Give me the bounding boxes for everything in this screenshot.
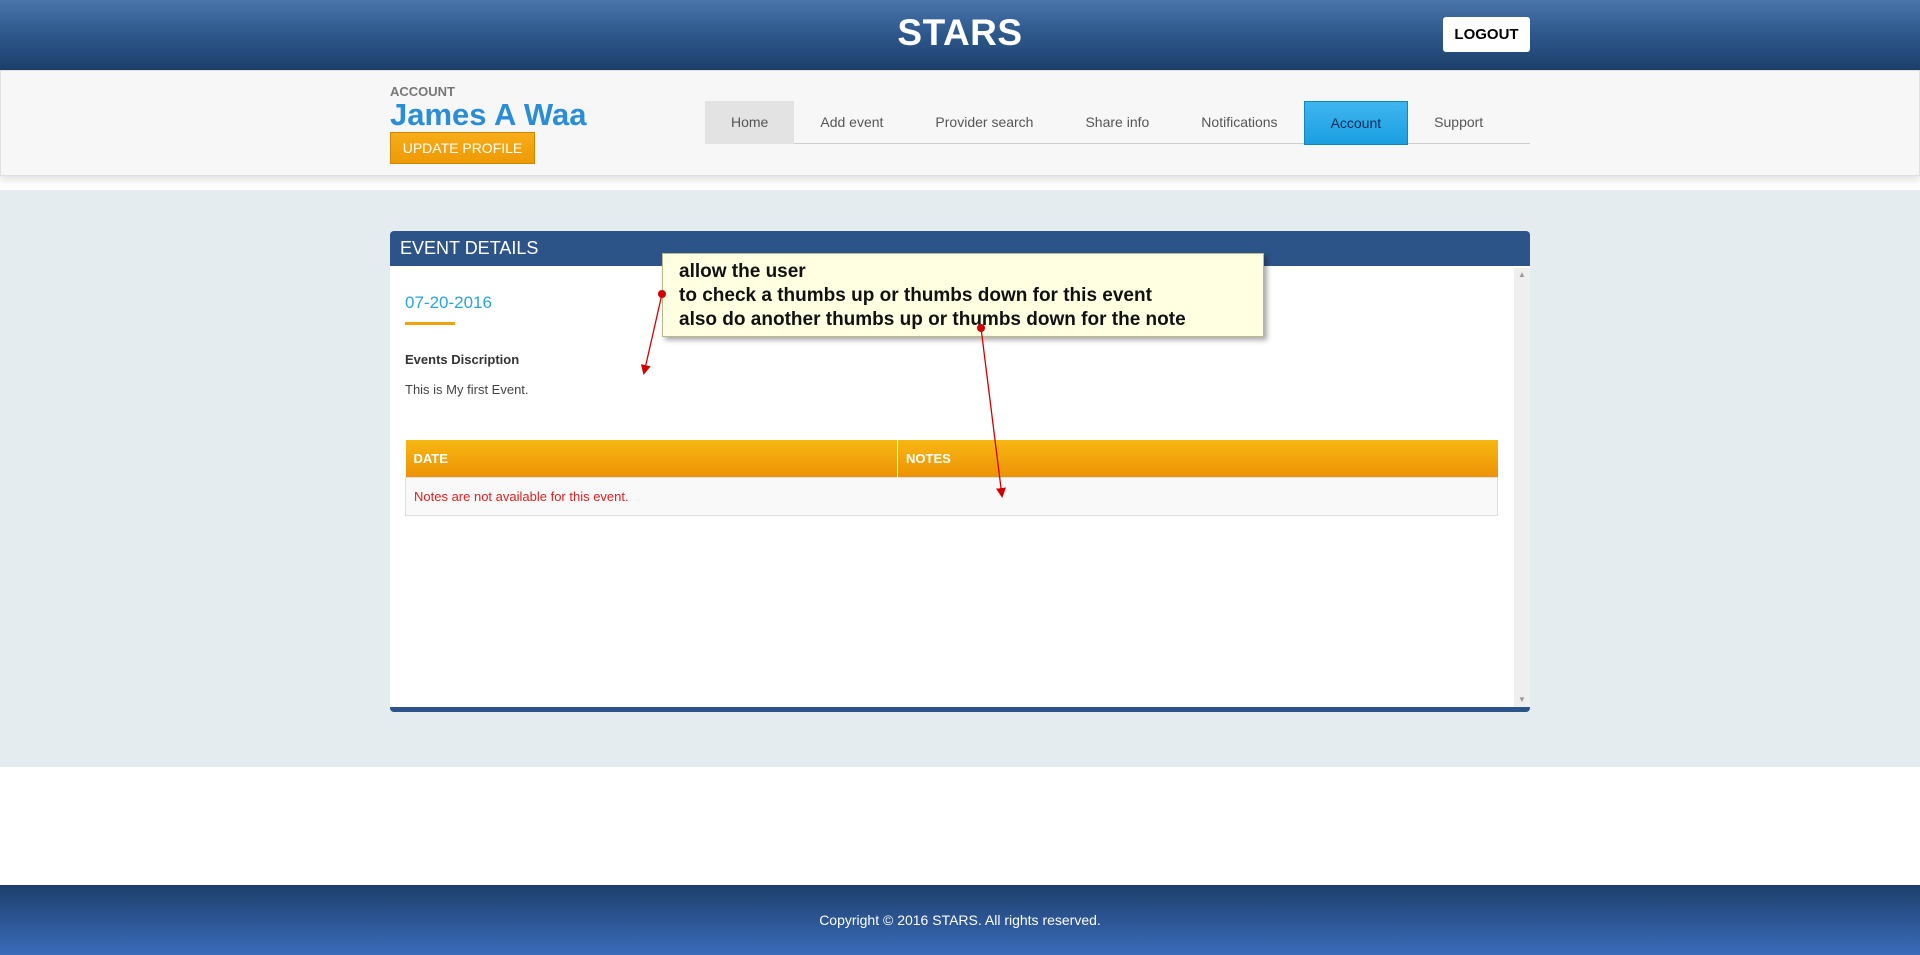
nav-item-add-event[interactable]: Add event bbox=[794, 101, 909, 144]
nav-item-provider-search[interactable]: Provider search bbox=[909, 101, 1059, 144]
panel-scrollbar[interactable]: ▲ ▼ bbox=[1514, 268, 1530, 707]
nav-item-home[interactable]: Home bbox=[705, 101, 795, 144]
copyright-text: Copyright © 2016 STARS. All rights reser… bbox=[819, 912, 1101, 928]
annotation-line: also do another thumbs up or thumbs down… bbox=[679, 309, 1186, 330]
column-header-notes: NOTES bbox=[897, 440, 1498, 477]
description-label: Events Discription bbox=[405, 352, 520, 367]
nav-item-notifications[interactable]: Notifications bbox=[1175, 101, 1303, 144]
top-header-bar: STARS LOGOUT bbox=[0, 0, 1920, 70]
main-nav: Home Add event Provider search Share inf… bbox=[705, 101, 1530, 145]
description-text: This is My first Event. bbox=[405, 382, 529, 397]
footer: Copyright © 2016 STARS. All rights reser… bbox=[0, 885, 1920, 955]
empty-notes-message: Notes are not available for this event. bbox=[405, 476, 1498, 516]
annotation-callout: allow the user to check a thumbs up or t… bbox=[662, 253, 1264, 337]
table-header-row: DATE NOTES bbox=[405, 440, 1498, 477]
user-name: James A Waa bbox=[390, 97, 587, 132]
brand-title: STARS bbox=[897, 12, 1023, 53]
update-profile-button[interactable]: UPDATE PROFILE bbox=[390, 132, 535, 164]
event-date: 07-20-2016 bbox=[405, 293, 492, 312]
annotation-line: to check a thumbs up or thumbs down for … bbox=[679, 285, 1152, 306]
notes-table: DATE NOTES Notes are not available for t… bbox=[405, 440, 1498, 516]
nav-item-share-info[interactable]: Share info bbox=[1059, 101, 1175, 144]
scroll-down-icon[interactable]: ▼ bbox=[1514, 693, 1530, 707]
scroll-up-icon[interactable]: ▲ bbox=[1514, 268, 1530, 282]
nav-item-account[interactable]: Account bbox=[1303, 101, 1409, 145]
annotation-line: allow the user bbox=[679, 261, 806, 282]
logout-button[interactable]: LOGOUT bbox=[1443, 17, 1530, 52]
column-header-date: DATE bbox=[405, 440, 898, 477]
table-row: Notes are not available for this event. bbox=[405, 476, 1498, 516]
date-underline-divider bbox=[405, 322, 455, 325]
nav-item-support[interactable]: Support bbox=[1408, 101, 1509, 144]
